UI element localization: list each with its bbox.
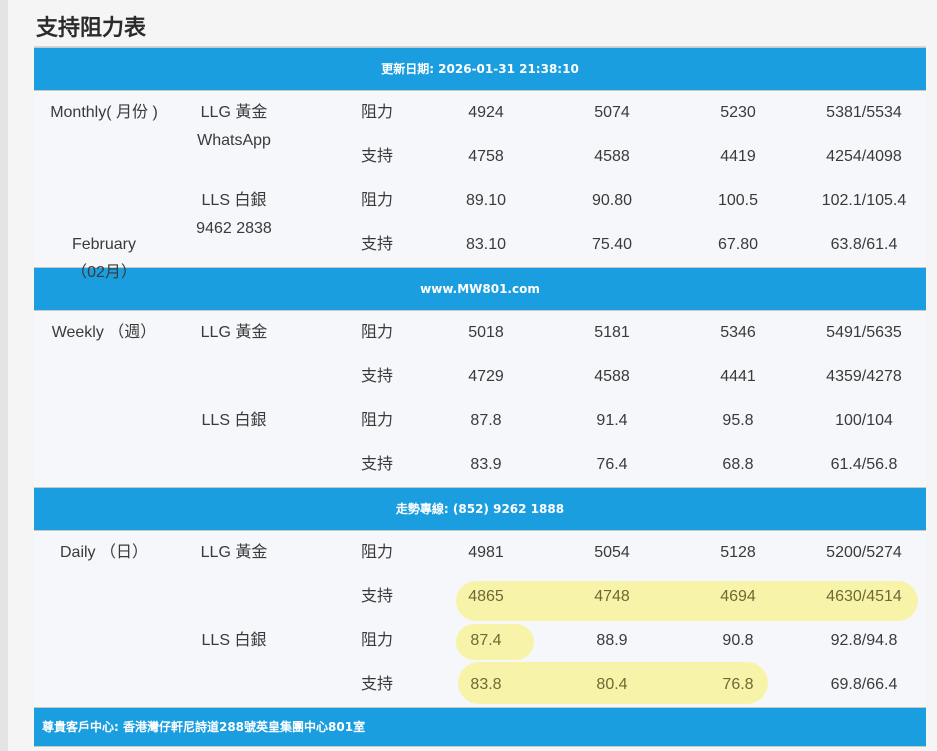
daily-section: Daily （日） LLG 黃金 LLS 白銀 阻力 4981 5054 512… <box>34 531 926 707</box>
level-3: 90.8 <box>722 632 754 649</box>
row-type: 支持 <box>360 148 393 165</box>
level-3: 100.5 <box>717 192 759 209</box>
table-row: 阻力 4981 5054 5128 5200/5274 <box>34 531 926 575</box>
level-3: 5230 <box>720 104 756 121</box>
table-row: 阻力 5018 5181 5346 5491/5635 <box>34 311 926 355</box>
table-row: 支持 4865 4748 4694 4630/4514 <box>34 575 926 619</box>
level-2: 5054 <box>594 544 630 561</box>
level-4: 4359/4278 <box>826 368 902 385</box>
table-row: 支持 83.8 80.4 76.8 69.8/66.4 <box>34 663 926 707</box>
level-1: 5018 <box>468 324 504 341</box>
level-2: 75.40 <box>591 236 633 253</box>
level-3: 5346 <box>720 324 756 341</box>
row-type: 阻力 <box>360 412 393 429</box>
level-2: 88.9 <box>596 632 628 649</box>
update-date-bar: 更新日期: 2026-01-31 21:38:10 <box>34 47 926 91</box>
footer-address-bar: 尊貴客戶中心: 香港灣仔軒尼詩道288號英皇集團中心801室 <box>34 707 926 747</box>
level-4: 92.8/94.8 <box>830 632 898 649</box>
page-title: 支持阻力表 <box>36 16 147 41</box>
support-resistance-table: 更新日期: 2026-01-31 21:38:10 Monthly( 月份 ) … <box>34 46 926 747</box>
level-4: 5381/5534 <box>826 104 902 121</box>
level-3: 68.8 <box>722 456 754 473</box>
table-row: 阻力 4924 5074 5230 5381/5534 <box>34 91 926 135</box>
row-type: 支持 <box>360 368 393 385</box>
level-2: 4748 <box>594 588 630 605</box>
row-type: 支持 <box>360 676 393 693</box>
level-4: 102.1/105.4 <box>821 192 907 209</box>
level-1: 4729 <box>468 368 504 385</box>
level-1: 89.10 <box>465 192 507 209</box>
level-2: 90.80 <box>591 192 633 209</box>
page-panel: 支持阻力表 更新日期: 2026-01-31 21:38:10 Monthly(… <box>8 0 937 751</box>
level-4: 4254/4098 <box>826 148 902 165</box>
row-type: 阻力 <box>360 632 393 649</box>
monthly-section: Monthly( 月份 ) February LLG 黃金 WhatsApp L… <box>34 91 926 281</box>
level-3: 4419 <box>720 148 756 165</box>
table-row: 阻力 87.8 91.4 95.8 100/104 <box>34 399 926 443</box>
level-1: 83.9 <box>470 456 502 473</box>
monthly-month-number: （02月） <box>71 264 137 281</box>
table-row: 支持 83.9 76.4 68.8 61.4/56.8 <box>34 443 926 487</box>
level-1: 4924 <box>468 104 504 121</box>
level-4: 5200/5274 <box>826 544 902 561</box>
level-1: 4981 <box>468 544 504 561</box>
table-row: 阻力 89.10 90.80 100.5 102.1/105.4 <box>34 179 926 223</box>
level-2: 91.4 <box>596 412 628 429</box>
level-2: 5074 <box>594 104 630 121</box>
weekly-section: Weekly （週） LLG 黃金 LLS 白銀 阻力 5018 5181 53… <box>34 311 926 487</box>
table-row: 支持 4729 4588 4441 4359/4278 <box>34 355 926 399</box>
level-2: 80.4 <box>596 676 628 693</box>
level-2: 76.4 <box>596 456 628 473</box>
level-1: 4865 <box>468 588 504 605</box>
level-3: 95.8 <box>722 412 754 429</box>
hotline-bar: 走勢專線: (852) 9262 1888 <box>34 487 926 531</box>
level-2: 4588 <box>594 368 630 385</box>
level-4: 63.8/61.4 <box>830 236 898 253</box>
level-3: 5128 <box>720 544 756 561</box>
level-2: 5181 <box>594 324 630 341</box>
level-1: 87.4 <box>470 632 502 649</box>
row-type: 支持 <box>360 588 393 605</box>
row-type: 支持 <box>360 236 393 253</box>
level-3: 76.8 <box>722 676 754 693</box>
level-1: 4758 <box>468 148 504 165</box>
level-4: 69.8/66.4 <box>830 676 898 693</box>
level-4: 100/104 <box>835 412 893 429</box>
level-1: 83.10 <box>465 236 507 253</box>
level-1: 83.8 <box>470 676 502 693</box>
table-row: 阻力 87.4 88.9 90.8 92.8/94.8 <box>34 619 926 663</box>
table-row: 支持 4758 4588 4419 4254/4098 <box>34 135 926 179</box>
row-type: 阻力 <box>360 324 393 341</box>
row-type: 阻力 <box>360 104 393 121</box>
row-type: 支持 <box>360 456 393 473</box>
level-4: 61.4/56.8 <box>830 456 898 473</box>
level-3: 4441 <box>720 368 756 385</box>
level-2: 4588 <box>594 148 630 165</box>
level-4: 5491/5635 <box>826 324 902 341</box>
level-4: 4630/4514 <box>826 588 902 605</box>
level-3: 67.80 <box>717 236 759 253</box>
row-type: 阻力 <box>360 544 393 561</box>
level-3: 4694 <box>720 588 756 605</box>
level-1: 87.8 <box>470 412 502 429</box>
row-type: 阻力 <box>360 192 393 209</box>
